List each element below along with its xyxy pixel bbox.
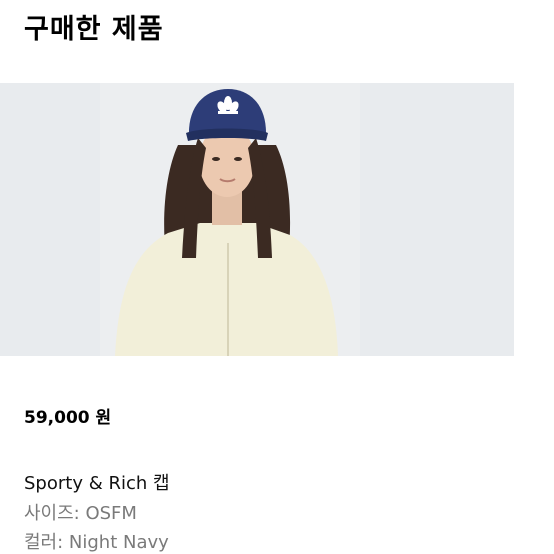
product-size: 사이즈: OSFM <box>24 503 137 524</box>
product-photo-illustration <box>0 83 514 356</box>
section-title: 구매한 제품 <box>24 14 164 45</box>
product-price: 59,000 원 <box>24 408 112 428</box>
product-image[interactable] <box>0 83 514 356</box>
product-name[interactable]: Sporty & Rich 캡 <box>24 471 170 497</box>
product-color: 컬러: Night Navy <box>24 532 169 553</box>
purchased-product-page: 구매한 제품 59,000 원 Sporty & Rich 캡 사이즈: OSF… <box>0 0 554 554</box>
